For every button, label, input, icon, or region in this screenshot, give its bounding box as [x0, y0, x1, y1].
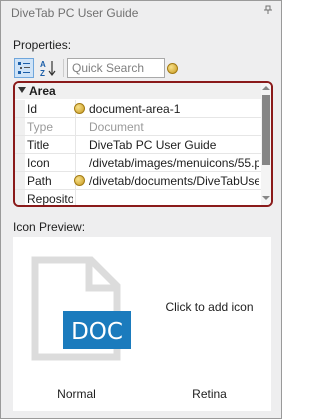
property-row-id[interactable]: Id document-area-1 [15, 100, 261, 118]
property-name: Type [27, 120, 54, 134]
property-value[interactable]: DiveTab PC User Guide [89, 138, 259, 152]
property-pages-icon[interactable] [167, 63, 178, 74]
property-name: Title [27, 138, 50, 152]
panel-title: DiveTab PC User Guide [11, 6, 139, 20]
row-gutter [15, 190, 25, 205]
add-icon-prompt[interactable]: Click to add icon [154, 300, 265, 314]
property-value: Document [89, 120, 144, 134]
column-divider [75, 190, 76, 205]
pin-icon-glyph [264, 5, 272, 14]
sort-az-icon: A Z [40, 60, 56, 78]
property-row-icon[interactable]: Icon /divetab/images/menuicons/55.p [15, 154, 261, 172]
row-gutter [15, 118, 25, 135]
property-value[interactable]: document-area-1 [89, 102, 259, 116]
collapse-icon[interactable] [18, 87, 26, 93]
scroll-up-arrow-icon[interactable] [262, 86, 270, 90]
property-name: Icon [27, 156, 50, 170]
grid-scrollbar[interactable] [261, 83, 271, 205]
row-gutter [15, 172, 25, 189]
properties-toolbar: A Z [13, 57, 271, 79]
property-row-repository[interactable]: Repository [15, 190, 261, 206]
binding-icon[interactable] [74, 103, 85, 114]
property-name: Repository [27, 192, 73, 206]
retina-icon-tile[interactable]: Click to add icon [154, 247, 265, 367]
column-divider [75, 154, 76, 171]
retina-caption: Retina [192, 387, 227, 401]
property-grid: Area Id document-area-1 Type Document Ti… [13, 81, 273, 207]
property-name: Path [27, 174, 52, 188]
icon-preview-label: Icon Preview: [13, 220, 86, 234]
property-value[interactable]: /divetab/documents/DiveTabUser [89, 174, 259, 188]
quick-search-input[interactable] [67, 58, 165, 78]
categorized-view-button[interactable] [14, 58, 34, 78]
binding-icon[interactable] [74, 175, 85, 186]
pin-icon[interactable] [262, 5, 274, 17]
property-name: Id [27, 102, 38, 116]
normal-icon-tile[interactable]: DOC [21, 247, 132, 367]
properties-panel: DiveTab PC User Guide Properties: A Z Qu… [0, 0, 282, 419]
categorized-icon [18, 62, 30, 74]
icon-preview-area: DOC Click to add icon Normal Retina [13, 237, 271, 411]
row-gutter [15, 100, 25, 117]
category-label: Area [29, 84, 56, 98]
property-row-type[interactable]: Type Document [15, 118, 261, 136]
scroll-thumb[interactable] [262, 95, 270, 165]
category-row-area[interactable]: Area [15, 83, 261, 99]
svg-text:Z: Z [40, 69, 45, 78]
alphabetical-sort-button[interactable]: A Z [38, 58, 58, 78]
row-gutter [15, 136, 25, 153]
scroll-down-arrow-icon[interactable] [262, 196, 270, 200]
toolbar-separator [63, 59, 64, 77]
document-file-icon: DOC [31, 256, 131, 361]
normal-caption: Normal [57, 387, 96, 401]
properties-label: Properties: [13, 38, 72, 52]
svg-text:A: A [40, 60, 46, 69]
property-value[interactable]: /divetab/images/menuicons/55.p [89, 156, 259, 170]
column-divider [75, 136, 76, 153]
panel-titlebar: DiveTab PC User Guide [1, 1, 281, 23]
property-row-path[interactable]: Path /divetab/documents/DiveTabUser [15, 172, 261, 190]
doc-badge-label: DOC [71, 319, 123, 345]
property-row-title[interactable]: Title DiveTab PC User Guide [15, 136, 261, 154]
column-divider [75, 118, 76, 135]
row-gutter [15, 154, 25, 171]
